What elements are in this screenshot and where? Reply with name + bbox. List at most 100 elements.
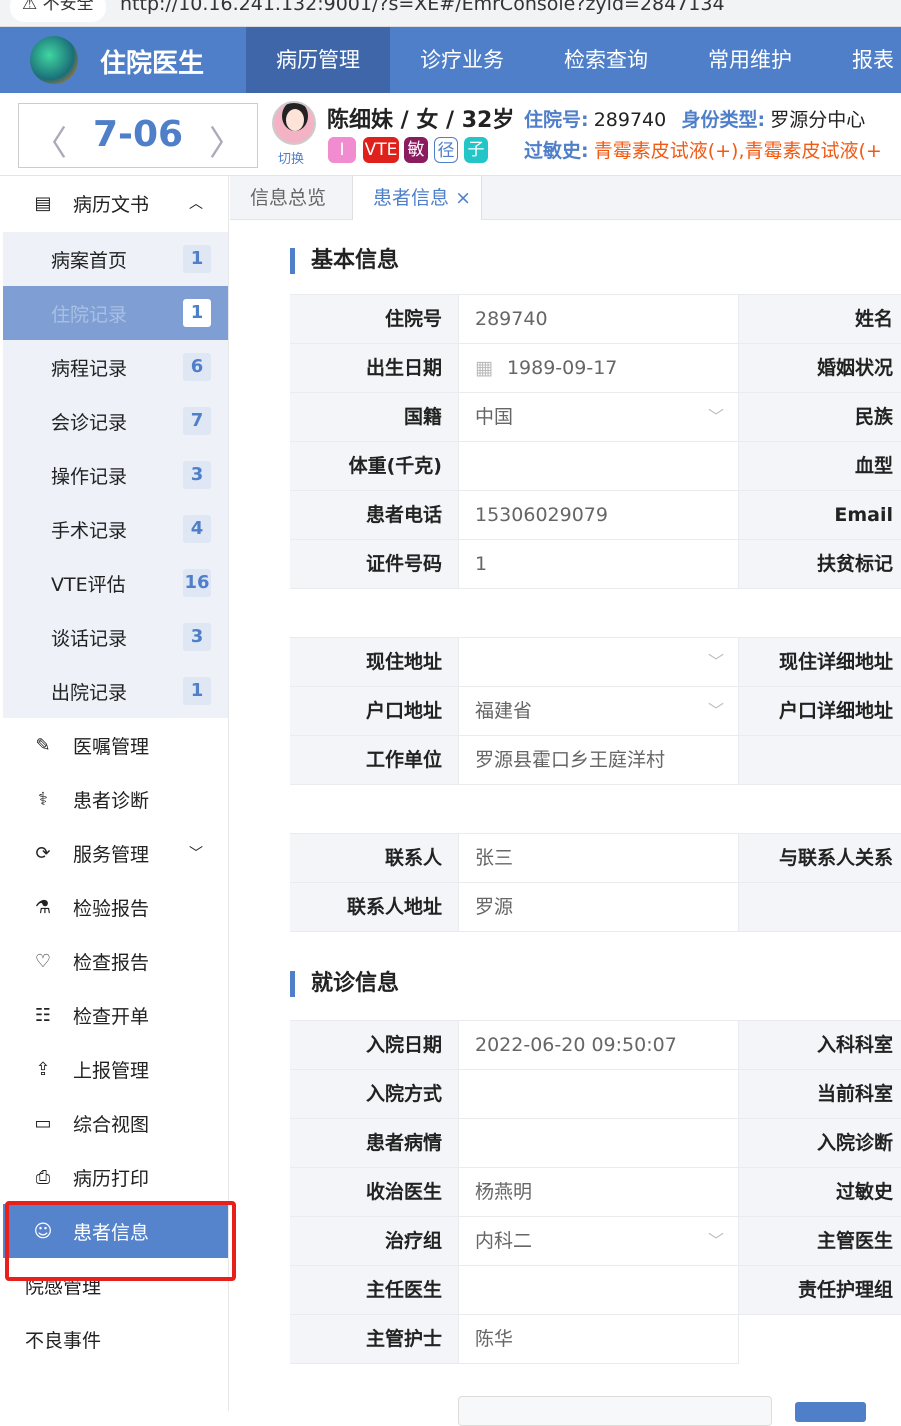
field-value-text: 1 xyxy=(475,553,488,575)
form-row: 体重(千克) 血型 xyxy=(290,442,901,491)
sidebar-item[interactable]: ♡ 检查报告 xyxy=(3,934,228,988)
bottom-button[interactable] xyxy=(795,1402,866,1422)
field-value[interactable]: 15306029079 xyxy=(458,491,739,539)
count-badge: 1 xyxy=(183,299,211,327)
chevron-down-icon: ﹀ xyxy=(189,846,203,862)
field-value[interactable]: 福建省 ﹀ xyxy=(458,687,739,735)
sidebar-item-label: 出院记录 xyxy=(51,681,128,704)
sidebar-item[interactable]: ✎ 医嘱管理 xyxy=(3,718,228,772)
field-value-text: 杨燕明 xyxy=(475,1181,533,1203)
sidebar-item-label: 操作记录 xyxy=(51,465,128,488)
form-row: 国籍 中国 ﹀ 民族 xyxy=(290,393,901,442)
sidebar-item[interactable]: ⚕ 患者诊断 xyxy=(3,772,228,826)
sidebar-item[interactable]: 不良事件 xyxy=(3,1312,228,1366)
field-value[interactable] xyxy=(458,1266,739,1314)
count-badge: 7 xyxy=(183,407,211,435)
close-icon[interactable]: × xyxy=(455,187,471,209)
chevron-up-icon: ︿ xyxy=(189,196,203,212)
field-value[interactable] xyxy=(458,1070,739,1118)
date-switcher: 〈 7-06 〉 xyxy=(18,103,258,168)
sidebar-item[interactable]: ☷ 检查开单 xyxy=(3,988,228,1042)
field-label: 户口详细地址 xyxy=(739,687,901,735)
sidebar-sub-item[interactable]: 操作记录 3 xyxy=(3,448,228,502)
bottom-input[interactable] xyxy=(458,1396,772,1426)
sidebar-item[interactable]: ▭ 综合视图 xyxy=(3,1096,228,1150)
sidebar-group-label: 病历文书 xyxy=(73,193,150,216)
security-indicator[interactable]: ⚠ 不安全 xyxy=(10,0,106,22)
field-label: 联系人 xyxy=(290,834,458,882)
patient-tag: VTE xyxy=(363,137,399,163)
field-value[interactable]: 中国 ﹀ xyxy=(458,393,739,441)
nav-search[interactable]: 检索查询 xyxy=(534,27,678,93)
field-value[interactable]: 杨燕明 xyxy=(458,1168,739,1216)
sidebar-sub-item[interactable]: 病程记录 6 xyxy=(3,340,228,394)
form-row: 治疗组 内科二 ﹀ 主管医生 xyxy=(290,1217,901,1266)
field-label: 出生日期 xyxy=(290,344,458,392)
allergy-label: 过敏史: xyxy=(524,140,589,162)
sidebar-item-label: VTE评估 xyxy=(51,573,126,596)
form-row: 主任医生 责任护理组 xyxy=(290,1266,901,1315)
form-row: 入院日期 2022-06-20 09:50:07 入科科室 xyxy=(290,1021,901,1070)
field-label: 收治医生 xyxy=(290,1168,458,1216)
field-value[interactable]: 罗源县霍口乡王庭洋村 xyxy=(458,736,739,784)
chevron-down-icon: ﹀ xyxy=(707,1231,724,1250)
switch-patient-link[interactable]: 切换 xyxy=(278,148,304,167)
sidebar-sub-item[interactable]: 住院记录 1 xyxy=(3,286,228,340)
admit-label: 住院号: xyxy=(524,109,589,131)
field-label: 主管护士 xyxy=(290,1315,458,1363)
sidebar-item-label: 谈话记录 xyxy=(51,627,128,650)
field-value[interactable]: 张三 xyxy=(458,834,739,882)
sidebar-item[interactable]: ⇪ 上报管理 xyxy=(3,1042,228,1096)
section-title-visit: 就诊信息 xyxy=(290,971,399,997)
url-text[interactable]: http://10.16.241.132:9001/?s=XE#/EmrCons… xyxy=(120,0,725,16)
app-title: 住院医生 xyxy=(100,49,205,79)
sidebar-sub-item[interactable]: 病案首页 1 xyxy=(3,232,228,286)
count-badge: 1 xyxy=(183,677,211,705)
count-badge: 16 xyxy=(183,569,211,597)
sidebar-item[interactable]: ⟳ 服务管理 ﹀ xyxy=(3,826,228,880)
count-badge: 3 xyxy=(183,623,211,651)
sidebar-sub-item[interactable]: VTE评估 16 xyxy=(3,556,228,610)
form-row: 入院方式 当前科室 xyxy=(290,1070,901,1119)
sidebar-group-emr[interactable]: ▤ 病历文书 ︿ xyxy=(3,176,228,230)
nav-maintenance[interactable]: 常用维护 xyxy=(678,27,822,93)
sidebar-item[interactable]: ⚗ 检验报告 xyxy=(3,880,228,934)
field-value[interactable]: 1 xyxy=(458,540,739,588)
nav-treatment[interactable]: 诊疗业务 xyxy=(390,27,534,93)
field-label: 责任护理组 xyxy=(739,1266,901,1314)
sidebar-sub-item[interactable]: 会诊记录 7 xyxy=(3,394,228,448)
field-value[interactable]: 陈华 xyxy=(458,1315,739,1363)
field-value[interactable] xyxy=(458,1119,739,1167)
sidebar-item-label: 病案首页 xyxy=(51,249,128,272)
field-label: 国籍 xyxy=(290,393,458,441)
field-value[interactable] xyxy=(458,442,739,490)
field-value[interactable]: ▦ 1989-09-17 xyxy=(458,344,739,392)
field-label: 扶贫标记 xyxy=(739,540,901,588)
sidebar-item-label: 患者诊断 xyxy=(73,789,150,812)
field-value[interactable]: 罗源 xyxy=(458,883,739,931)
nav-reports[interactable]: 报表 xyxy=(822,27,901,93)
field-value[interactable]: 2022-06-20 09:50:07 xyxy=(458,1021,739,1069)
address-bar[interactable]: ⚠ 不安全 http://10.16.241.132:9001/?s=XE#/Em… xyxy=(0,0,901,27)
sidebar-item[interactable]: ⎙ 病历打印 xyxy=(3,1150,228,1204)
field-value[interactable]: 内科二 ﹀ xyxy=(458,1217,739,1265)
field-value-text: 15306029079 xyxy=(475,504,608,526)
nav-emr[interactable]: 病历管理 xyxy=(246,27,390,93)
tab-patient-info[interactable]: 患者信息 × xyxy=(352,176,482,220)
sidebar-sub-item[interactable]: 出院记录 1 xyxy=(3,664,228,718)
patient-tag: 敏 xyxy=(404,137,428,163)
tab-overview[interactable]: 信息总览 xyxy=(230,176,346,220)
field-label: Email xyxy=(739,491,901,539)
next-day-button[interactable]: 〉 xyxy=(209,116,243,165)
field-value-text: 289740 xyxy=(475,308,548,330)
sidebar-sub-item[interactable]: 手术记录 4 xyxy=(3,502,228,556)
field-value[interactable]: ﹀ xyxy=(458,638,739,686)
field-value[interactable]: 289740 xyxy=(458,295,739,343)
field-label: 住院号 xyxy=(290,295,458,343)
form-row: 户口地址 福建省 ﹀ 户口详细地址 xyxy=(290,687,901,736)
sidebar-sub-item[interactable]: 谈话记录 3 xyxy=(3,610,228,664)
form-row: 联系人 张三 与联系人关系 xyxy=(290,834,901,883)
menu-icon: ⟳ xyxy=(35,842,51,864)
field-label: 体重(千克) xyxy=(290,442,458,490)
field-value-text: 中国 xyxy=(475,406,514,428)
